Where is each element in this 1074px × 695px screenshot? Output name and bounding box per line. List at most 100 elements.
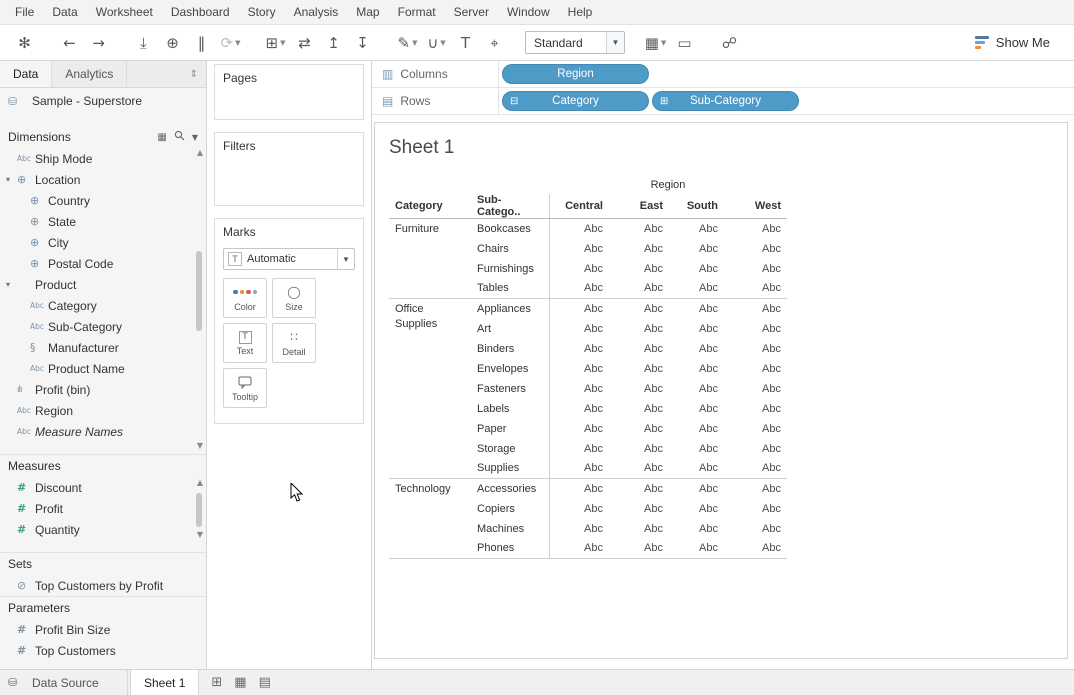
- expander-caret-icon[interactable]: ▾: [6, 280, 17, 289]
- run-update-icon[interactable]: ⟳▼: [218, 30, 243, 56]
- cell-placeholder[interactable]: Abc: [669, 299, 724, 319]
- row-header-category[interactable]: Technology: [389, 479, 471, 559]
- field-profit[interactable]: #Profit: [0, 498, 206, 519]
- cell-placeholder[interactable]: Abc: [609, 499, 669, 519]
- measures-scrollbar[interactable]: [196, 493, 202, 527]
- fit-dropdown[interactable]: Standard ▼: [525, 31, 625, 54]
- cell-placeholder[interactable]: Abc: [724, 219, 787, 239]
- cell-placeholder[interactable]: Abc: [549, 399, 609, 419]
- cell-placeholder[interactable]: Abc: [609, 419, 669, 439]
- cell-placeholder[interactable]: Abc: [549, 539, 609, 559]
- cell-placeholder[interactable]: Abc: [609, 379, 669, 399]
- field-top-customers[interactable]: #Top Customers: [0, 640, 206, 661]
- cell-placeholder[interactable]: Abc: [724, 499, 787, 519]
- field-profit-bin-[interactable]: ılıProfit (bin): [0, 379, 206, 400]
- cell-placeholder[interactable]: Abc: [609, 239, 669, 259]
- mark-type-dropdown[interactable]: T Automatic ▼: [223, 248, 355, 270]
- row-header-subcategory[interactable]: Supplies: [471, 459, 549, 479]
- row-header-subcategory[interactable]: Furnishings: [471, 259, 549, 279]
- scroll-down-icon[interactable]: ▼: [197, 531, 203, 539]
- cell-placeholder[interactable]: Abc: [609, 399, 669, 419]
- scroll-up-icon[interactable]: ▲: [197, 149, 203, 157]
- cell-placeholder[interactable]: Abc: [609, 479, 669, 499]
- data-source-tab[interactable]: ⛁ Data Source: [0, 670, 128, 695]
- cell-placeholder[interactable]: Abc: [669, 499, 724, 519]
- row-header-subcategory[interactable]: Tables: [471, 279, 549, 299]
- menu-format[interactable]: Format: [389, 5, 445, 19]
- row-header-category[interactable]: Furniture: [389, 219, 471, 299]
- color-button[interactable]: Color: [223, 278, 267, 318]
- cell-placeholder[interactable]: Abc: [669, 479, 724, 499]
- cell-placeholder[interactable]: Abc: [609, 519, 669, 539]
- cell-placeholder[interactable]: Abc: [609, 299, 669, 319]
- cell-placeholder[interactable]: Abc: [669, 219, 724, 239]
- cell-placeholder[interactable]: Abc: [669, 239, 724, 259]
- tableau-logo-icon[interactable]: ✻: [12, 30, 37, 56]
- menu-map[interactable]: Map: [347, 5, 388, 19]
- new-story-icon[interactable]: ▤: [259, 675, 271, 690]
- cell-placeholder[interactable]: Abc: [549, 379, 609, 399]
- cell-placeholder[interactable]: Abc: [609, 219, 669, 239]
- show-hide-cards-icon[interactable]: ▦▼: [643, 30, 668, 56]
- region-axis-label[interactable]: Region: [549, 175, 787, 194]
- cell-placeholder[interactable]: Abc: [724, 379, 787, 399]
- row-header-subcategory[interactable]: Art: [471, 319, 549, 339]
- field-ship-mode[interactable]: AbcShip Mode: [0, 148, 206, 169]
- size-button[interactable]: ◯ Size: [272, 278, 316, 318]
- cell-placeholder[interactable]: Abc: [609, 359, 669, 379]
- search-icon[interactable]: [174, 130, 185, 144]
- cell-placeholder[interactable]: Abc: [549, 319, 609, 339]
- field-city[interactable]: ⊕City: [0, 232, 206, 253]
- menu-dashboard[interactable]: Dashboard: [162, 5, 239, 19]
- cell-placeholder[interactable]: Abc: [669, 259, 724, 279]
- field-discount[interactable]: #Discount: [0, 477, 206, 498]
- cell-placeholder[interactable]: Abc: [724, 519, 787, 539]
- chevron-down-icon[interactable]: ▼: [606, 32, 624, 53]
- cell-placeholder[interactable]: Abc: [724, 339, 787, 359]
- field-postal-code[interactable]: ⊕Postal Code: [0, 253, 206, 274]
- row-header-subcategory[interactable]: Labels: [471, 399, 549, 419]
- cell-placeholder[interactable]: Abc: [669, 439, 724, 459]
- field-profit-bin-size[interactable]: #Profit Bin Size: [0, 619, 206, 640]
- cell-placeholder[interactable]: Abc: [724, 439, 787, 459]
- redo-icon[interactable]: →: [86, 30, 111, 56]
- row-header-subcategory[interactable]: Phones: [471, 539, 549, 559]
- columns-shelf[interactable]: ▥ Columns Region: [372, 61, 1074, 88]
- chevron-down-icon[interactable]: ▼: [337, 249, 354, 269]
- field-product-name[interactable]: AbcProduct Name: [0, 358, 206, 379]
- cell-placeholder[interactable]: Abc: [724, 399, 787, 419]
- detail-button[interactable]: ∷ Detail: [272, 323, 316, 363]
- cell-placeholder[interactable]: Abc: [669, 339, 724, 359]
- cell-placeholder[interactable]: Abc: [549, 479, 609, 499]
- cell-placeholder[interactable]: Abc: [549, 239, 609, 259]
- field-product[interactable]: ▾Product: [0, 274, 206, 295]
- cell-placeholder[interactable]: Abc: [609, 539, 669, 559]
- cell-placeholder[interactable]: Abc: [724, 299, 787, 319]
- group-by-folder-icon[interactable]: ▦: [157, 132, 166, 143]
- cell-placeholder[interactable]: Abc: [669, 319, 724, 339]
- cell-placeholder[interactable]: Abc: [724, 359, 787, 379]
- cell-placeholder[interactable]: Abc: [549, 219, 609, 239]
- cell-placeholder[interactable]: Abc: [549, 259, 609, 279]
- pill-region[interactable]: Region: [502, 64, 649, 84]
- data-source-item[interactable]: ⛁ Sample - Superstore: [0, 88, 206, 114]
- pages-shelf[interactable]: Pages: [214, 64, 364, 120]
- field-manufacturer[interactable]: §Manufacturer: [0, 337, 206, 358]
- save-icon[interactable]: ⤓: [131, 30, 156, 56]
- cell-placeholder[interactable]: Abc: [549, 299, 609, 319]
- field-quantity[interactable]: #Quantity: [0, 519, 206, 540]
- menu-help[interactable]: Help: [559, 5, 602, 19]
- cell-placeholder[interactable]: Abc: [724, 239, 787, 259]
- sort-ascending-icon[interactable]: ↥: [321, 30, 346, 56]
- cell-placeholder[interactable]: Abc: [609, 259, 669, 279]
- cell-placeholder[interactable]: Abc: [609, 279, 669, 299]
- tooltip-button[interactable]: Tooltip: [223, 368, 267, 408]
- row-header-subcategory[interactable]: Bookcases: [471, 219, 549, 239]
- row-header-subcategory[interactable]: Fasteners: [471, 379, 549, 399]
- new-worksheet-icon[interactable]: ⊞▼: [263, 30, 288, 56]
- menu-data[interactable]: Data: [43, 5, 86, 19]
- cell-placeholder[interactable]: Abc: [724, 539, 787, 559]
- column-header-category[interactable]: Category: [389, 194, 471, 219]
- group-members-icon[interactable]: ∪▼: [424, 30, 449, 56]
- expander-caret-icon[interactable]: ▾: [6, 175, 17, 184]
